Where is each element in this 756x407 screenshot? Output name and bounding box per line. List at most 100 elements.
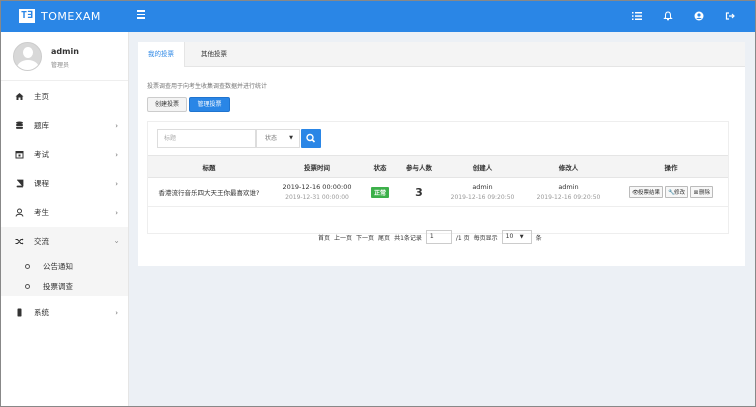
content-card: 我的投票 其他投票 投票调查用于向考生收集调查数据并进行统计 创建投票 管理投票… — [138, 42, 745, 266]
total-pages: /1 页 — [455, 234, 470, 242]
database-icon — [15, 121, 24, 130]
last-page-link[interactable]: 尾页 — [378, 233, 390, 242]
sidebar-subitem-label: 投票调查 — [43, 281, 73, 291]
created-at: 2019-12-16 09:20:50 — [450, 194, 515, 201]
logo-mark: T∃ — [19, 9, 35, 23]
logo[interactable]: T∃ TOMEXAM — [19, 9, 101, 23]
tab-other-votes[interactable]: 其他投票 — [191, 42, 237, 67]
sidebar-item-label: 交流 — [34, 237, 49, 246]
delete-label: 删除 — [699, 190, 711, 196]
sidebar-subitem-label: 公告通知 — [43, 261, 73, 271]
per-page-unit: 条 — [535, 234, 542, 242]
chevron-down-icon: › — [112, 240, 121, 244]
column-header-time: 投票时间 — [270, 155, 364, 178]
sidebar-item-label: 题库 — [34, 121, 49, 130]
first-page-link[interactable]: 首页 — [318, 233, 330, 242]
column-header-participants: 参与人数 — [396, 155, 442, 178]
user-name: admin — [51, 47, 79, 56]
next-page-link[interactable]: 下一页 — [356, 233, 374, 242]
prev-page-link[interactable]: 上一页 — [334, 233, 352, 242]
actions-cell: 👁投票结果 🔧修改 ⊠删除 — [614, 177, 728, 207]
pagination: 首页 上一页 下一页 尾页 共1条记录 1 /1 页 每页显示 10 ▼ 条 — [318, 230, 546, 244]
caret-down-icon: ▼ — [289, 135, 293, 141]
modifier-cell: admin 2019-12-16 09:20:50 — [523, 177, 614, 207]
title-search-input[interactable]: 标题 — [157, 129, 256, 148]
search-icon — [306, 133, 316, 143]
user-icon — [15, 208, 24, 217]
vote-result-label: 投票结果 — [637, 190, 660, 196]
sidebar-item-examinee[interactable]: 考生 › — [1, 198, 128, 227]
user-role: 管理员 — [51, 62, 70, 69]
page-description: 投票调查用于向考生收集调查数据并进行统计 — [147, 83, 268, 90]
sidebar-item-home[interactable]: 主页 — [1, 82, 128, 111]
modified-at: 2019-12-16 09:20:50 — [536, 194, 601, 201]
sidebar-item-label: 系统 — [34, 308, 49, 317]
column-header-actions: 操作 — [614, 155, 728, 178]
chevron-right-icon: › — [115, 151, 118, 159]
column-header-status: 状态 — [364, 155, 396, 178]
bell-icon[interactable] — [663, 11, 673, 21]
list-icon[interactable] — [632, 11, 642, 21]
mobile-icon — [15, 308, 24, 317]
sidebar-item-exam[interactable]: 考试 › — [1, 140, 128, 169]
sidebar-item-system[interactable]: 系统 › — [1, 298, 128, 327]
user-circle-icon[interactable] — [694, 11, 704, 21]
avatar — [13, 42, 42, 71]
sidebar: admin 管理员 主页 题库 › 考试 › 课程 › 考生 › 交流 › 公告… — [1, 32, 129, 406]
vote-status-cell: 正常 — [364, 177, 396, 207]
caret-down-icon: ▼ — [519, 234, 524, 240]
vote-title: 香港流行音乐四大天王你最喜欢谁? — [148, 177, 270, 207]
sidebar-item-label: 考试 — [34, 150, 49, 159]
page-number-input[interactable]: 1 — [425, 230, 452, 244]
circle-icon — [25, 263, 30, 269]
column-header-creator: 创建人 — [442, 155, 523, 178]
vote-start-time: 2019-12-16 00:00:00 — [282, 183, 352, 191]
vote-end-time: 2019-12-31 00:00:00 — [285, 194, 349, 201]
sidebar-item-communication[interactable]: 交流 › — [1, 227, 128, 256]
tab-my-votes[interactable]: 我的投票 — [138, 42, 185, 67]
vote-list-panel: 标题 状态 ▼ 标题 投票时间 状态 参与人数 创建人 修改人 操作 香港流行音… — [147, 121, 729, 234]
sidebar-item-label: 考生 — [34, 208, 49, 217]
creator-cell: admin 2019-12-16 09:20:50 — [442, 177, 523, 207]
sidebar-subitem-notice[interactable]: 公告通知 — [1, 256, 128, 276]
sidebar-item-question-bank[interactable]: 题库 › — [1, 111, 128, 140]
vote-result-button[interactable]: 👁投票结果 — [628, 186, 663, 198]
chevron-right-icon: › — [115, 209, 118, 217]
home-icon — [15, 92, 24, 101]
menu-icon[interactable] — [137, 10, 145, 19]
participant-count: 3 — [415, 185, 423, 199]
edit-button[interactable]: 🔧修改 — [664, 186, 688, 198]
table-row: 香港流行音乐四大天王你最喜欢谁? 2019-12-16 00:00:00 201… — [148, 177, 728, 207]
per-page-value: 10 — [505, 233, 514, 240]
sidebar-item-course[interactable]: 课程 › — [1, 169, 128, 198]
app-title: TOMEXAM — [41, 9, 101, 23]
per-page-select[interactable]: 10 ▼ — [501, 230, 532, 244]
book-icon — [15, 179, 24, 188]
submenu-communication: 公告通知 投票调查 — [1, 256, 128, 296]
chevron-right-icon: › — [115, 122, 118, 130]
sidebar-subitem-vote[interactable]: 投票调查 — [1, 276, 128, 296]
modifier-name: admin — [558, 183, 579, 191]
status-select-value: 状态 — [265, 135, 278, 142]
per-page-label: 每页显示 — [473, 234, 498, 242]
user-panel: admin 管理员 — [1, 32, 128, 81]
chevron-right-icon: › — [115, 180, 118, 188]
manage-vote-button[interactable]: 管理投票 — [189, 97, 230, 112]
logout-icon[interactable] — [725, 11, 735, 21]
column-header-modifier: 修改人 — [523, 155, 614, 178]
vote-count-cell: 3 — [396, 177, 442, 207]
column-header-title: 标题 — [148, 155, 270, 178]
vote-time: 2019-12-16 00:00:00 2019-12-31 00:00:00 — [270, 177, 364, 207]
circle-icon — [25, 283, 30, 289]
top-bar: T∃ TOMEXAM — [1, 1, 755, 32]
app-window: T∃ TOMEXAM admin 管理员 主页 题库 › 考试 › 课程 › 考… — [0, 0, 756, 407]
create-vote-button[interactable]: 创建投票 — [147, 97, 187, 112]
edit-label: 修改 — [673, 190, 685, 196]
sidebar-item-label: 主页 — [34, 92, 49, 101]
chevron-right-icon: › — [115, 309, 118, 317]
delete-button[interactable]: ⊠删除 — [690, 186, 714, 198]
sidebar-item-label: 课程 — [34, 179, 49, 188]
search-button[interactable] — [301, 129, 321, 148]
total-records: 共1条记录 — [394, 234, 422, 242]
status-select[interactable]: 状态 ▼ — [256, 129, 300, 148]
